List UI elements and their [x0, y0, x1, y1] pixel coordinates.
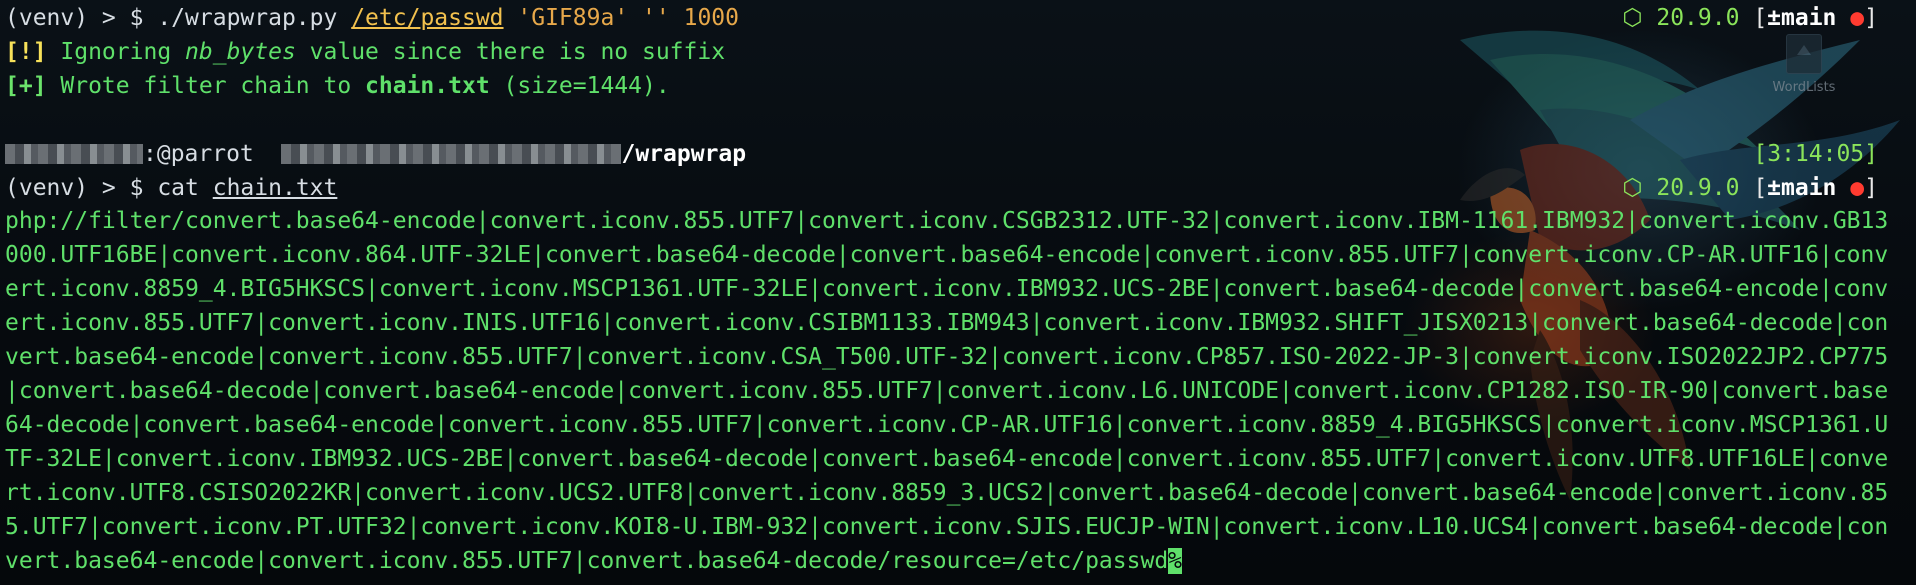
command-line-2: (venv) > $ cat chain.txt [5, 171, 337, 205]
success-tag: [+] [5, 73, 47, 99]
argument-nb-bytes: 1000 [683, 5, 739, 31]
redacted-path [281, 144, 622, 164]
bracket-close: ] [1864, 175, 1878, 201]
success-filename: chain.txt [365, 73, 490, 99]
command-argument: chain.txt [212, 175, 338, 201]
node-icon: ⬡ [1622, 5, 1643, 31]
warning-italic: nb_bytes [185, 39, 296, 65]
warning-line: [!] Ignoring nb_bytes value since there … [5, 35, 725, 69]
success-text-a: Wrote filter chain to [46, 73, 366, 99]
warning-text-b: value since there is no suffix [295, 39, 726, 65]
terminal-cursor[interactable]: % [1168, 548, 1183, 574]
prompt-clock: [3:14:05] [1753, 141, 1878, 167]
git-branch: ±main [1767, 5, 1837, 31]
node-icon: ⬡ [1622, 175, 1643, 201]
bracket-open: [ [1753, 175, 1768, 201]
status-indicator-2: ⬡ 20.9.0 [±main ●] [1622, 171, 1878, 205]
warning-text-a: Ignoring [46, 39, 186, 65]
terminal-window[interactable]: WordLists (venv) > $ ./wrapwrap.py /etc/… [0, 0, 1916, 585]
hostname: :@parrot [143, 141, 254, 167]
bracket-open: [ [1753, 5, 1768, 31]
argument-suffix: '' [642, 5, 670, 31]
current-directory: /wrapwrap [621, 141, 747, 167]
shell-prompt: (venv) > $ [5, 175, 158, 201]
prompt-context-line: :@parrot /wrapwrap [5, 137, 746, 171]
desktop-icon-wordlists[interactable]: WordLists [1766, 34, 1842, 95]
bracket-close: ] [1864, 5, 1878, 31]
git-dirty-icon: ● [1850, 5, 1865, 31]
node-version: 20.9.0 [1656, 5, 1740, 31]
folder-icon [1786, 34, 1822, 74]
command-name: cat [157, 175, 199, 201]
warning-tag: [!] [5, 39, 47, 65]
command-output: php://filter/convert.base64-encode|conve… [5, 204, 1895, 578]
success-text-b: (size=1444). [489, 73, 670, 99]
git-branch: ±main [1767, 175, 1837, 201]
desktop-icon-label: WordLists [1772, 80, 1836, 95]
argument-path: /etc/passwd [351, 5, 504, 31]
argument-prefix: 'GIF89a' [517, 5, 629, 31]
shell-prompt: (venv) > $ [5, 5, 158, 31]
status-indicator-1: ⬡ 20.9.0 [±main ●] [1622, 1, 1878, 35]
redacted-username [5, 144, 143, 164]
filter-chain-text: php://filter/convert.base64-encode|conve… [5, 208, 1889, 574]
command-name: ./wrapwrap.py [157, 5, 338, 31]
command-line-1: (venv) > $ ./wrapwrap.py /etc/passwd 'GI… [5, 1, 739, 35]
success-line: [+] Wrote filter chain to chain.txt (siz… [5, 69, 670, 103]
node-version: 20.9.0 [1656, 175, 1740, 201]
git-dirty-icon: ● [1850, 175, 1865, 201]
